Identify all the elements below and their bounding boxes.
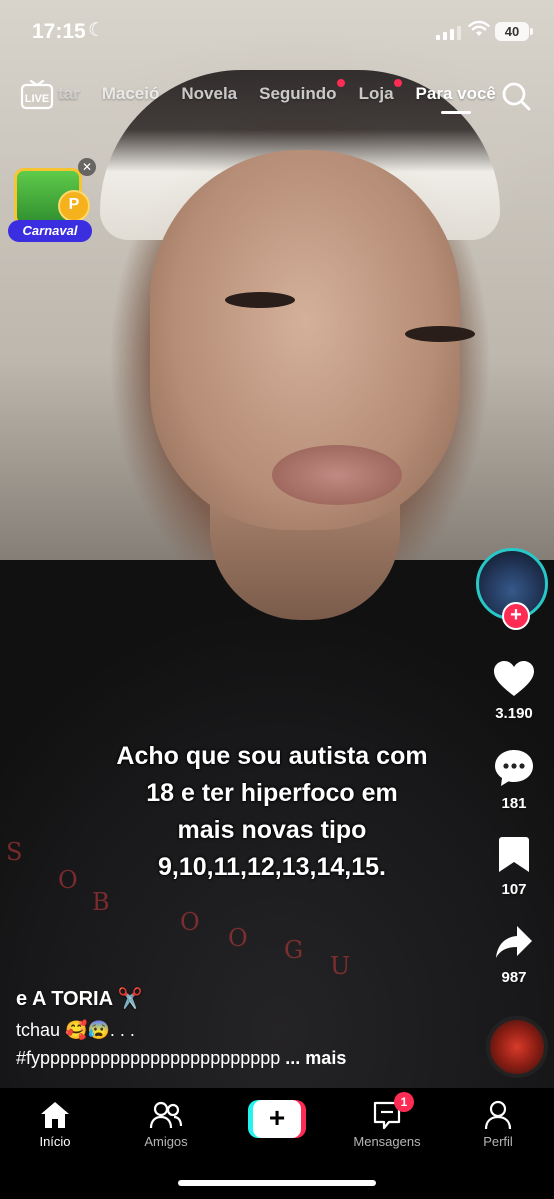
cellular-signal-icon xyxy=(436,26,461,40)
overlay-line: 9,10,11,12,13,14,15. xyxy=(158,853,386,881)
save-count: 107 xyxy=(501,881,527,898)
notification-dot xyxy=(393,79,402,87)
shirt-print-letter: G xyxy=(284,936,304,964)
feed-tabs: tar Maceió Novela Seguindo Loja Para voc… xyxy=(58,79,518,114)
inbox-badge: 1 xyxy=(394,1092,414,1112)
moon-icon: ☾ xyxy=(88,20,106,41)
music-disc[interactable] xyxy=(486,1016,548,1078)
comment-icon xyxy=(495,750,533,786)
nav-inbox-label: Mensagens xyxy=(353,1134,421,1149)
caption-hashtags[interactable]: #fypppppppppppppppppppppppp ... mais xyxy=(16,1048,346,1069)
like-count: 3.190 xyxy=(495,705,533,722)
author-name[interactable]: e A TORIA ✂️ xyxy=(16,986,143,1011)
tab-para-voce[interactable]: Para você xyxy=(416,84,496,114)
video-lips xyxy=(272,445,402,505)
top-navigation: LIVE tar Maceió Novela Seguindo Loja Par… xyxy=(0,78,554,124)
share-count: 987 xyxy=(501,969,527,986)
nav-friends-label: Amigos xyxy=(144,1134,188,1149)
hashtag-text[interactable]: #fypppppppppppppppppppppppp xyxy=(16,1048,280,1068)
video-eye-right xyxy=(405,326,475,342)
overlay-line: mais novas tipo xyxy=(177,816,367,844)
create-button[interactable]: + xyxy=(248,1100,306,1138)
search-icon[interactable] xyxy=(500,80,532,112)
follow-button[interactable]: + xyxy=(502,602,530,630)
bookmark-button[interactable]: 107 xyxy=(474,836,554,898)
tab-novela[interactable]: Novela xyxy=(181,84,237,104)
home-indicator[interactable] xyxy=(178,1180,376,1186)
tab-seguindo[interactable]: Seguindo xyxy=(259,79,345,104)
nav-profile[interactable]: Perfil xyxy=(453,1100,543,1149)
nav-home[interactable]: Início xyxy=(10,1100,100,1149)
bookmark-icon xyxy=(499,837,529,872)
shirt-print-letter: O xyxy=(180,908,200,936)
caption-line: tchau 🥰😰. . . xyxy=(16,1020,135,1040)
video-overlay-text: Acho que sou autista com 18 e ter hiperf… xyxy=(60,738,484,886)
profile-icon xyxy=(484,1100,512,1130)
plus-icon: + xyxy=(253,1100,301,1138)
status-time: 17:15 xyxy=(32,20,86,43)
shirt-print-letter: B xyxy=(92,888,110,916)
nav-friends[interactable]: Amigos xyxy=(121,1100,211,1149)
wifi-icon xyxy=(468,20,490,36)
coin-icon: P xyxy=(58,190,90,222)
status-bar: 17:15 ☾ 40 xyxy=(0,0,554,62)
comment-count: 181 xyxy=(501,795,527,812)
shirt-print-letter: O xyxy=(228,924,248,952)
share-button[interactable]: 987 xyxy=(474,924,554,986)
carnaval-label: Carnaval xyxy=(8,220,92,242)
carnaval-promo-widget[interactable]: P Carnaval ✕ xyxy=(6,158,96,244)
like-button[interactable]: 3.190 xyxy=(474,660,554,722)
notification-dot xyxy=(336,79,345,87)
tab-truncated[interactable]: tar xyxy=(58,84,80,104)
overlay-line: Acho que sou autista com xyxy=(116,742,428,770)
comment-button[interactable]: 181 xyxy=(474,748,554,812)
home-icon xyxy=(41,1102,69,1128)
shirt-print-letter: U xyxy=(330,952,351,980)
battery-indicator: 40 xyxy=(495,22,533,41)
friends-icon xyxy=(149,1101,183,1129)
video-feed-screen[interactable]: S O B O U G O 17:15 ☾ 40 LIVE tar Maceió… xyxy=(0,0,554,1199)
share-arrow-icon xyxy=(496,926,532,958)
svg-text:LIVE: LIVE xyxy=(25,93,49,105)
creator-avatar[interactable]: + xyxy=(476,548,548,630)
shirt-print-letter: S xyxy=(6,838,23,866)
more-link[interactable]: ... mais xyxy=(285,1048,346,1068)
nav-profile-label: Perfil xyxy=(483,1134,513,1149)
heart-icon xyxy=(494,661,534,696)
nav-inbox[interactable]: 1 Mensagens xyxy=(342,1092,432,1149)
nav-home-label: Início xyxy=(39,1134,71,1149)
overlay-line: 18 e ter hiperfoco em xyxy=(146,779,398,807)
tab-loja[interactable]: Loja xyxy=(359,79,402,104)
close-icon[interactable]: ✕ xyxy=(78,158,96,176)
tab-maceio[interactable]: Maceió xyxy=(102,84,160,104)
live-icon[interactable]: LIVE xyxy=(20,80,54,110)
video-eye-left xyxy=(225,292,295,308)
